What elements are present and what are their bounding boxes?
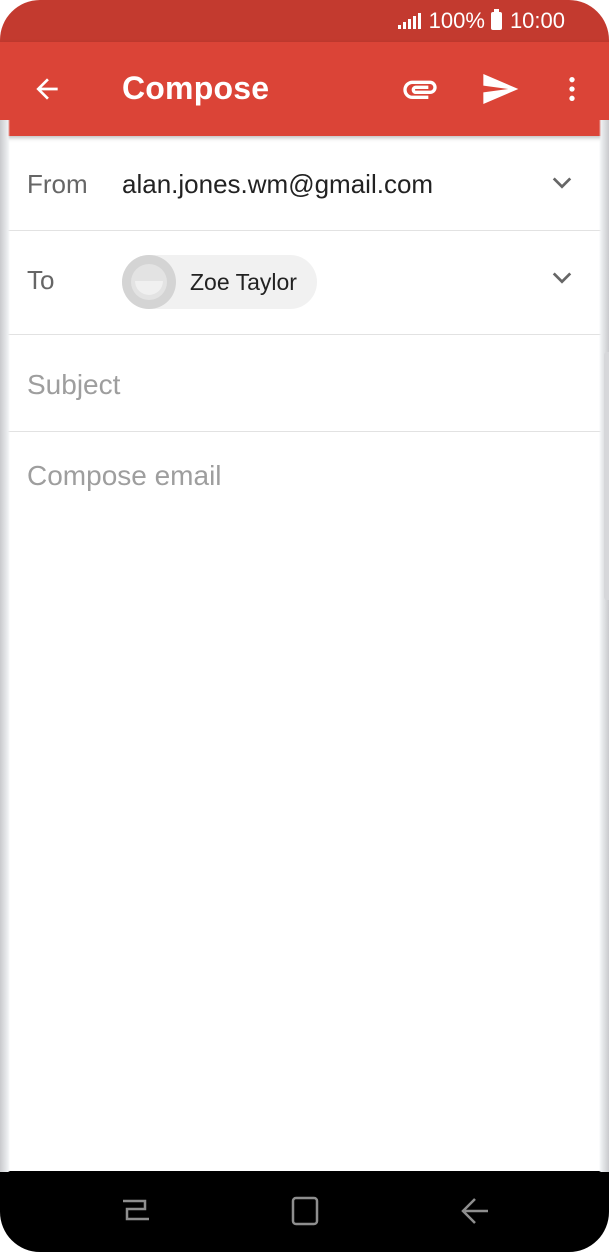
recent-apps-button[interactable] bbox=[115, 1191, 155, 1231]
more-vertical-icon bbox=[569, 77, 575, 101]
chevron-down-icon[interactable] bbox=[551, 172, 573, 194]
to-label: To bbox=[27, 265, 55, 295]
avatar bbox=[122, 255, 176, 309]
recent-apps-icon bbox=[123, 1199, 149, 1221]
battery-percent: 100% bbox=[428, 8, 485, 33]
screen-edge-left bbox=[0, 120, 10, 1172]
send-button[interactable] bbox=[472, 61, 528, 117]
compose-body-input[interactable] bbox=[27, 460, 582, 1160]
home-icon bbox=[291, 1196, 319, 1226]
phone-screen: 100% 10:00 Compose From alan.jones.wm@gm… bbox=[0, 0, 609, 1252]
app-bar: Compose bbox=[0, 42, 609, 136]
recipient-chip[interactable]: Zoe Taylor bbox=[122, 255, 317, 309]
arrow-back-icon bbox=[36, 78, 58, 100]
subject-input[interactable] bbox=[27, 367, 582, 403]
send-icon bbox=[483, 74, 519, 104]
subject-row bbox=[0, 335, 609, 432]
status-bar: 100% 10:00 bbox=[0, 0, 609, 42]
clock: 10:00 bbox=[509, 8, 565, 33]
back-icon bbox=[461, 1198, 488, 1224]
screen-edge-right bbox=[599, 120, 609, 1172]
from-value[interactable]: alan.jones.wm@gmail.com bbox=[122, 169, 433, 200]
paperclip-icon bbox=[403, 80, 437, 99]
to-row[interactable]: To Zoe Taylor bbox=[0, 231, 609, 335]
from-row[interactable]: From alan.jones.wm@gmail.com bbox=[0, 136, 609, 231]
signal-icon bbox=[397, 13, 421, 29]
recipient-name: Zoe Taylor bbox=[190, 268, 297, 295]
edge-handle[interactable] bbox=[604, 352, 609, 600]
from-label: From bbox=[27, 169, 88, 199]
nav-back-button[interactable] bbox=[455, 1191, 495, 1231]
page-title: Compose bbox=[122, 70, 270, 106]
home-button[interactable] bbox=[285, 1191, 325, 1231]
more-options-button[interactable] bbox=[544, 61, 600, 117]
attach-button[interactable] bbox=[392, 61, 448, 117]
back-button[interactable] bbox=[19, 61, 75, 117]
chevron-down-icon[interactable] bbox=[551, 267, 573, 289]
battery-icon bbox=[490, 9, 502, 30]
navigation-bar bbox=[0, 1171, 609, 1252]
